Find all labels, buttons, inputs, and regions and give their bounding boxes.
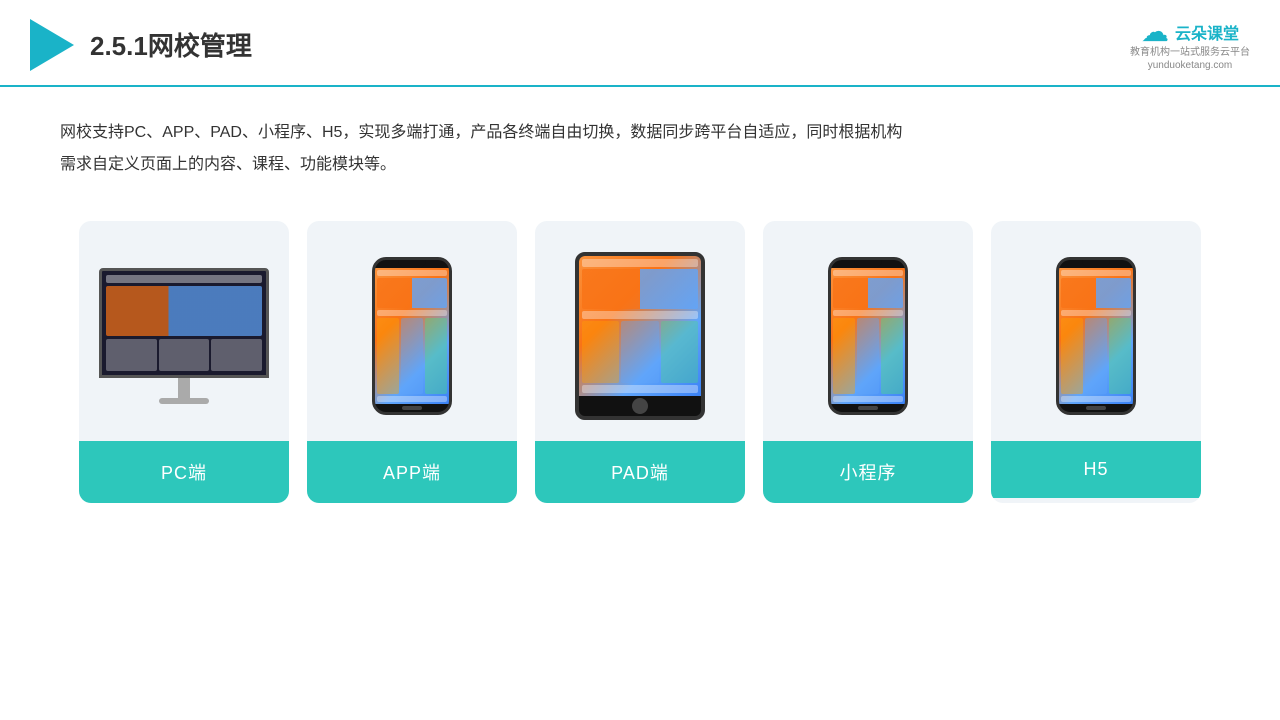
card-pad-label: PAD端 — [535, 441, 745, 503]
card-app: APP端 — [307, 221, 517, 503]
card-h5-label: H5 — [991, 441, 1201, 498]
brand-url: yunduoketang.com — [1148, 60, 1233, 71]
cloud-icon: ☁ — [1141, 18, 1169, 46]
card-app-image — [307, 221, 517, 441]
page-title: 2.5.1网校管理 — [90, 26, 252, 63]
card-h5-image — [991, 221, 1201, 441]
header: 2.5.1网校管理 ☁ 云朵课堂 教育机构一站式服务云平台 yunduoketa… — [0, 0, 1280, 87]
card-h5: H5 — [991, 221, 1201, 503]
brand-name: 云朵课堂 — [1175, 20, 1239, 44]
card-pad-image — [535, 221, 745, 441]
card-miniprogram-image — [763, 221, 973, 441]
app-phone-icon — [372, 257, 452, 415]
header-left: 2.5.1网校管理 — [30, 19, 252, 71]
card-miniprogram-label: 小程序 — [763, 441, 973, 503]
pc-monitor-icon — [99, 268, 269, 404]
description-text: 网校支持PC、APP、PAD、小程序、H5，实现多端打通，产品各终端自由切换，数… — [60, 124, 902, 173]
logo-triangle-icon — [30, 19, 74, 71]
miniprogram-phone-icon — [828, 257, 908, 415]
card-pc-label: PC端 — [79, 441, 289, 503]
card-miniprogram: 小程序 — [763, 221, 973, 503]
h5-phone-icon — [1056, 257, 1136, 415]
card-app-label: APP端 — [307, 441, 517, 503]
description: 网校支持PC、APP、PAD、小程序、H5，实现多端打通，产品各终端自由切换，数… — [0, 87, 1280, 201]
header-right: ☁ 云朵课堂 教育机构一站式服务云平台 yunduoketang.com — [1130, 18, 1250, 71]
card-pc: PC端 — [79, 221, 289, 503]
brand-tagline: 教育机构一站式服务云平台 — [1130, 46, 1250, 60]
brand-logo: ☁ 云朵课堂 — [1141, 18, 1239, 46]
cards-container: PC端 APP端 — [0, 201, 1280, 533]
card-pad: PAD端 — [535, 221, 745, 503]
card-pc-image — [79, 221, 289, 441]
pad-tablet-icon — [575, 252, 705, 420]
